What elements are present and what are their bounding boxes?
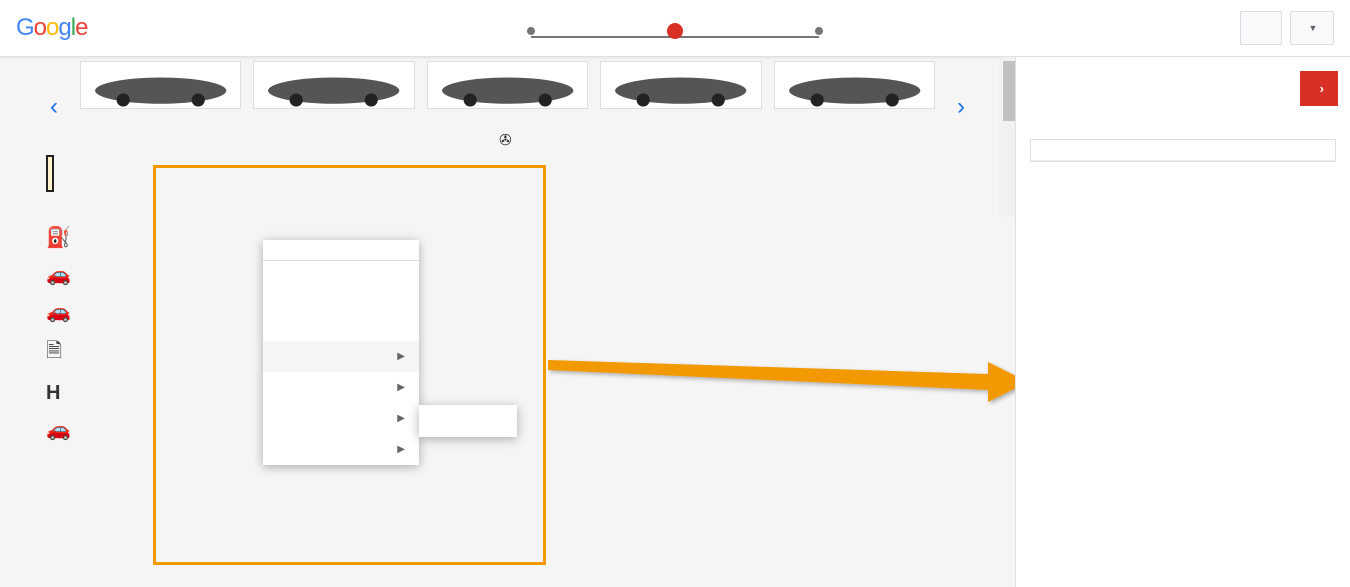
help-button[interactable] [1240, 11, 1282, 45]
scrollbar[interactable] [999, 57, 1015, 217]
chevron-right-icon: ▶ [397, 444, 405, 455]
image-carousel [0, 57, 1015, 125]
settings-button[interactable]: ▼ [1290, 11, 1334, 45]
progress-stepper [527, 17, 823, 39]
document-icon: 🗎 [46, 336, 76, 370]
drivetrain-icon: H [46, 382, 76, 405]
chevron-right-icon: ▶ [397, 413, 405, 424]
record-header [1031, 140, 1335, 161]
menu-offer[interactable]: ▶ [263, 372, 419, 403]
menu-description[interactable] [263, 301, 419, 321]
car-thumbnail[interactable] [600, 61, 761, 109]
records-sidebar: › [1015, 57, 1350, 587]
menu-aggregate-rating[interactable]: ▶ [263, 403, 419, 434]
car-thumbnail[interactable] [80, 61, 241, 109]
car-thumbnail[interactable] [253, 61, 414, 109]
menu-brand[interactable]: ▶ [263, 341, 419, 372]
brand-submenu [419, 405, 517, 437]
submenu-brand-logo[interactable] [419, 421, 517, 437]
chevron-right-icon: ▶ [397, 351, 405, 362]
car-thumbnail[interactable] [427, 61, 588, 109]
content-area: ‹ › ✇ ⛽ 🚗 [0, 57, 1015, 587]
step-dot [527, 27, 535, 35]
carousel-next-icon[interactable]: › [957, 93, 965, 121]
step-line [531, 36, 671, 38]
step-line [679, 36, 819, 38]
chevron-right-icon: › [1320, 81, 1324, 96]
car-thumbnail[interactable] [774, 61, 935, 109]
step-dot [815, 27, 823, 35]
submenu-brand-name[interactable] [419, 405, 517, 421]
menu-clear-tag[interactable] [263, 240, 419, 261]
step-dot-active [667, 23, 683, 39]
product-record-card [1030, 139, 1336, 162]
car-icon: 🚗 [46, 299, 76, 324]
fuel-icon: ⛽ [46, 225, 76, 250]
menu-image[interactable] [263, 281, 419, 301]
create-html-button[interactable]: › [1300, 71, 1338, 106]
google-logo: Google [16, 14, 87, 42]
car-icon: 🚗 [46, 417, 76, 442]
tag-context-menu: ▶ ▶ ▶ ▶ [263, 240, 419, 465]
carousel-prev-icon[interactable]: ‹ [50, 93, 58, 121]
app-header: Google ▼ [0, 0, 1350, 57]
menu-url[interactable] [263, 321, 419, 341]
tagged-selection[interactable] [46, 155, 54, 192]
show-all-photos-link[interactable]: ✇ [0, 125, 1015, 155]
menu-review[interactable]: ▶ [263, 434, 419, 465]
menu-name[interactable] [263, 261, 419, 281]
chevron-right-icon: ▶ [397, 382, 405, 393]
car-icon: 🚗 [46, 262, 76, 287]
camera-icon: ✇ [499, 132, 512, 149]
